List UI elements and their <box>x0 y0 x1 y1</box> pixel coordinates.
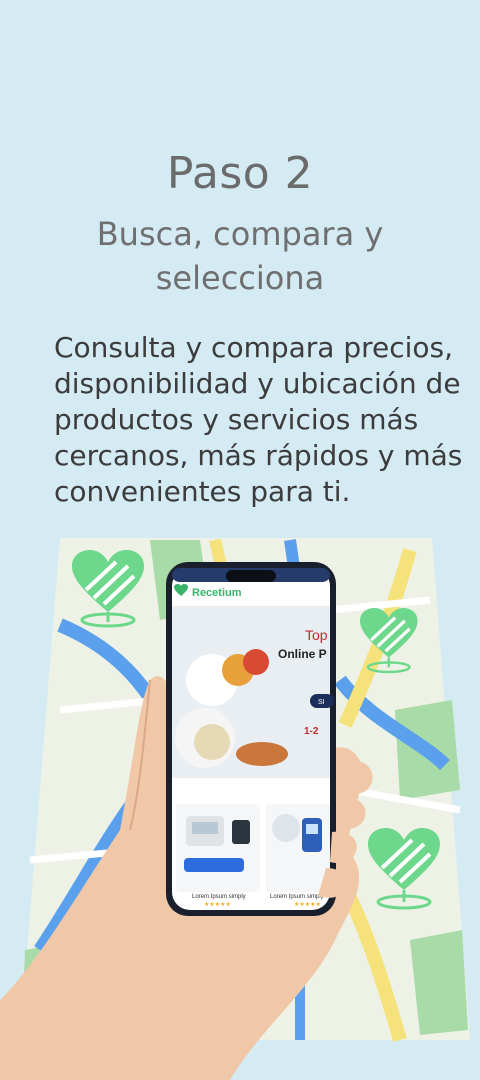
hero-heading-line2: Online P <box>278 647 327 661</box>
product-name: Lorem Ipsum simply <box>192 894 246 900</box>
step-subtitle: Busca, compara y selecciona <box>96 215 384 297</box>
smartphone: Recetium Top Online P SI 1-2 Lorem Ipsum… <box>166 562 336 916</box>
hero-heading-line1: Top <box>305 627 328 643</box>
product-rating: ★★★★★ <box>204 901 231 908</box>
hero-phone-number: 1-2 <box>304 726 319 737</box>
phone-brand-name: Recetium <box>192 587 242 599</box>
step-description: Consulta y compara precios, disponibilid… <box>54 331 463 508</box>
hero-cta-label: SI <box>318 699 325 706</box>
product-rating: ★★★★★ <box>294 901 321 908</box>
step-title: Paso 2 <box>166 148 314 199</box>
map-phone-illustration: Recetium Top Online P SI 1-2 Lorem Ipsum… <box>0 530 480 1080</box>
product-name: Lorem Ipsum simply <box>270 894 324 900</box>
